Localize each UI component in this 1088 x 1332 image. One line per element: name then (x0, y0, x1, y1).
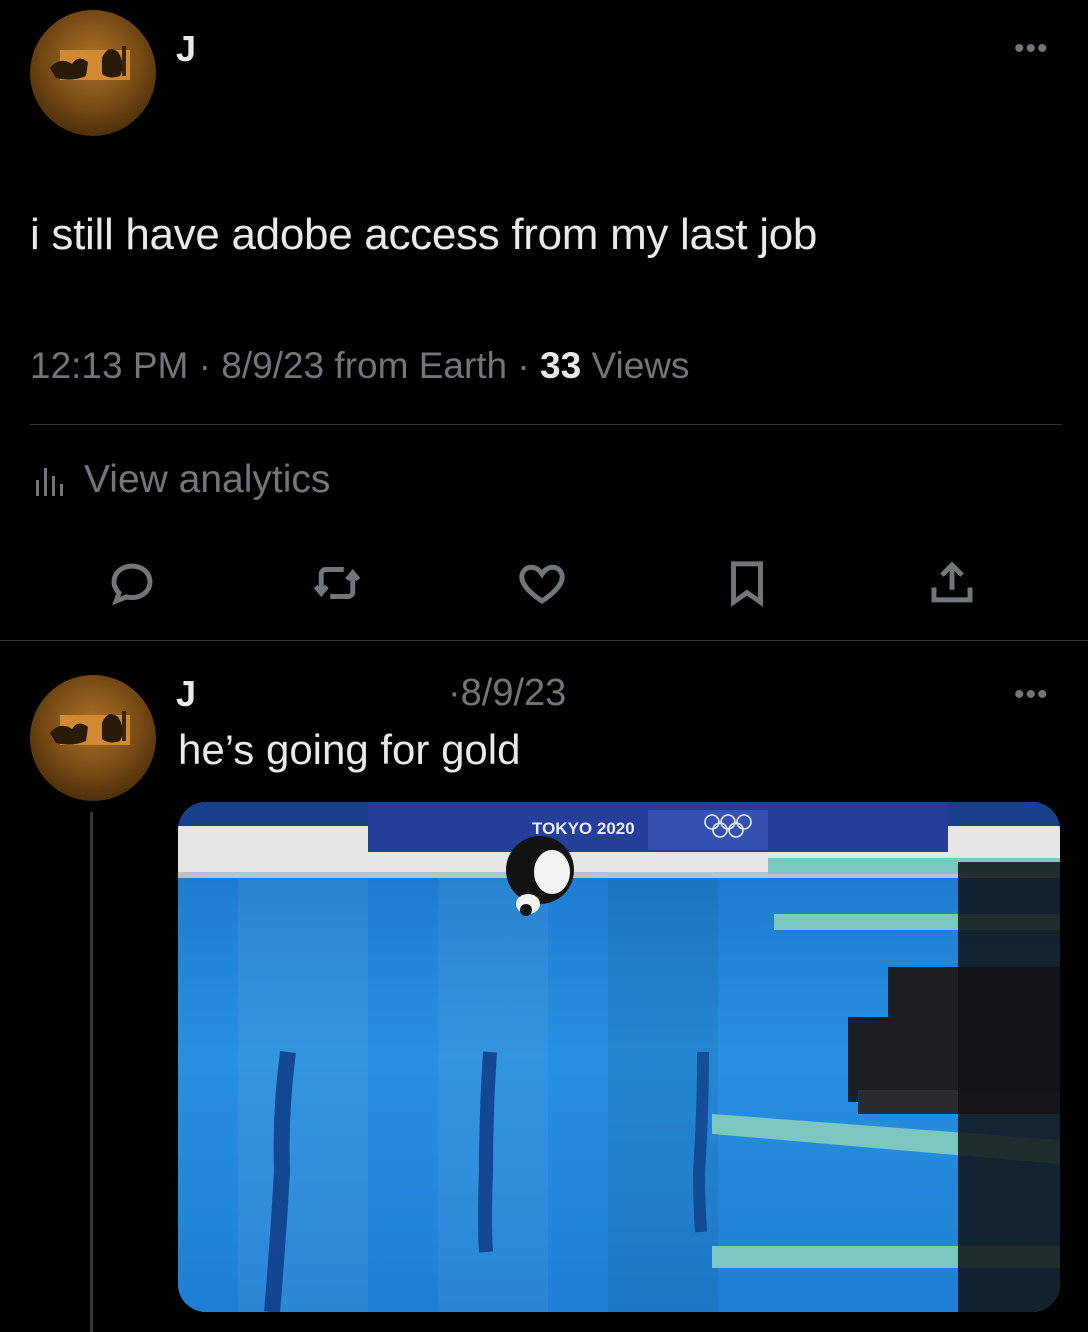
banner-text: TOKYO 2020 (532, 819, 635, 838)
author-name[interactable]: J (176, 28, 196, 70)
bookmark-button[interactable] (717, 553, 777, 613)
retweet-button[interactable] (307, 553, 367, 613)
divider (0, 640, 1088, 641)
reply-icon (111, 563, 153, 606)
tweet-meta: 12:13 PM · 8/9/23 from Earth · 33 Views (30, 345, 690, 387)
avatar-image (50, 46, 130, 80)
divider (30, 424, 1062, 425)
reply-date[interactable]: 8/9/23 (461, 672, 567, 714)
tweet-time[interactable]: 12:13 PM (30, 345, 188, 386)
author-avatar[interactable] (30, 10, 156, 136)
tweet-text: i still have adobe access from my last j… (30, 210, 818, 259)
thread-line (90, 812, 93, 1332)
more-options-icon[interactable]: ••• (1014, 34, 1049, 64)
views-count: 33 (540, 345, 582, 386)
reply-text: he’s going for gold (178, 726, 521, 773)
reply-author-name[interactable]: J (176, 673, 196, 715)
reply-media-image[interactable]: TOKYO 2020 (178, 802, 1060, 1312)
analytics-icon (36, 468, 63, 496)
meta-separator: · (448, 672, 461, 714)
bookmark-icon (731, 561, 763, 607)
reply-button[interactable] (102, 553, 162, 613)
diving-pool-image: TOKYO 2020 (178, 802, 1060, 1312)
like-icon (519, 564, 565, 604)
meta-separator: · (198, 345, 211, 386)
view-analytics-link[interactable]: View analytics (34, 458, 330, 502)
retweet-icon (313, 567, 361, 599)
tweet-date[interactable]: 8/9/23 (221, 345, 324, 386)
reply-meta: ·8/9/23 (448, 672, 566, 715)
share-button[interactable] (922, 553, 982, 613)
reply-author-avatar[interactable] (30, 675, 156, 801)
like-button[interactable] (512, 553, 572, 613)
meta-separator: · (517, 345, 530, 386)
reply-more-options-icon[interactable]: ••• (1014, 680, 1049, 710)
tweet-source: from Earth (334, 345, 508, 386)
analytics-label: View analytics (84, 458, 331, 501)
views-label: Views (591, 345, 690, 386)
share-icon (931, 561, 973, 603)
avatar-image (50, 711, 130, 745)
